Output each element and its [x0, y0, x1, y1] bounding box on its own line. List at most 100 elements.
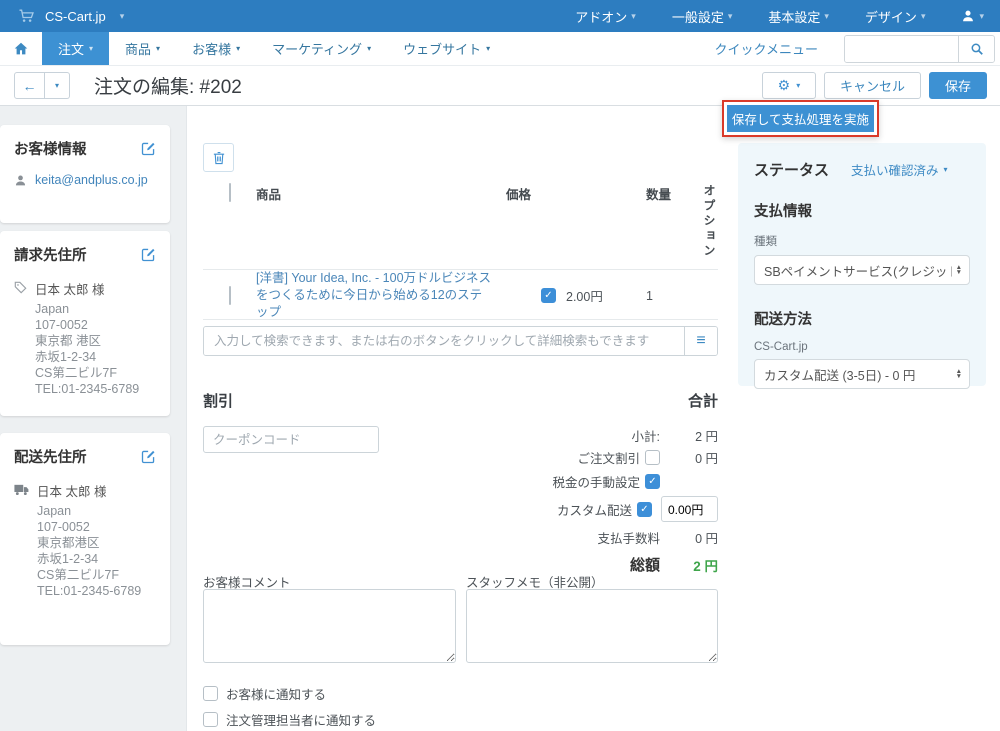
caret-down-icon: ▾: [236, 44, 241, 53]
billing-address-card: 請求先住所 日本 太郎 様 Japan 107-0052 東京都 港区 赤坂1-…: [0, 231, 170, 416]
nav-website[interactable]: ウェブサイト ▾: [387, 32, 506, 65]
home-button[interactable]: [0, 32, 42, 65]
check-icon: ✓: [544, 290, 553, 301]
notify-manager-checkbox[interactable]: [203, 712, 218, 727]
status-title: ステータス: [754, 162, 830, 179]
customer-info-card: お客様情報 keita@andplus.co.jp: [0, 125, 170, 223]
cart-icon: [18, 8, 35, 24]
titlebar-actions: ⚙ ▾ キャンセル 保存: [761, 72, 987, 99]
nav-orders[interactable]: 注文 ▾: [42, 32, 110, 65]
caret-down-icon: ▾: [943, 165, 948, 174]
tag-icon: [14, 281, 27, 397]
menu-general-settings[interactable]: 一般設定 ▾: [672, 7, 733, 26]
custom-shipping-input[interactable]: [661, 496, 718, 522]
manual-tax-checkbox[interactable]: ✓: [645, 474, 660, 489]
manual-tax-label: 税金の手動設定: [552, 476, 640, 490]
subtotal-value: 2 円: [695, 429, 718, 444]
cancel-button[interactable]: キャンセル: [823, 72, 921, 99]
shipping-line: CS第二ビル7F: [37, 568, 119, 582]
column-price: 価格: [506, 188, 532, 202]
truck-icon: [14, 483, 29, 599]
menu-label: 基本設定: [768, 9, 821, 25]
menu-label: デザイン: [864, 9, 917, 25]
payment-fee-label: 支払手数料: [597, 532, 660, 546]
select-all-checkbox[interactable]: [229, 183, 231, 202]
custom-shipping-checkbox[interactable]: ✓: [637, 501, 652, 517]
nav-label: マーケティング: [272, 42, 363, 57]
edit-customer-button[interactable]: [141, 141, 156, 156]
payment-type-label: 種類: [754, 236, 777, 248]
order-status-dropdown[interactable]: 支払い確認済み ▾: [851, 160, 948, 179]
quick-menu-link[interactable]: クイックメニュー: [715, 39, 818, 58]
product-link[interactable]: [洋書] Your Idea, Inc. - 100万ドルビジネスをつくるために…: [256, 270, 506, 321]
advanced-search-button[interactable]: ≡: [684, 327, 717, 355]
back-button-group: ← ▾: [14, 72, 70, 99]
grand-total-label: 総額: [629, 557, 660, 574]
customer-email-link[interactable]: keita@andplus.co.jp: [35, 173, 148, 187]
back-dropdown-button[interactable]: ▾: [45, 72, 70, 99]
search-icon: [970, 42, 984, 56]
payment-method-select[interactable]: SBペイメントサービス(クレジットカード ▲▼: [754, 255, 970, 285]
caret-down-icon: ▾: [920, 10, 926, 21]
shipping-line: 東京都港区: [37, 536, 100, 550]
discount-title: 割引: [203, 393, 234, 410]
nav-right: クイックメニュー: [715, 32, 1000, 65]
payment-fee-value: 0 円: [695, 532, 718, 546]
store-switcher[interactable]: CS-Cart.jp ▾: [18, 8, 124, 24]
select-arrows-icon: ▲ ▼: [955, 368, 962, 380]
nav-products[interactable]: 商品 ▾: [109, 32, 176, 65]
caret-down-icon: ▾: [796, 81, 801, 90]
select-arrows-icon: ▲ ▼: [955, 264, 962, 276]
edit-billing-button[interactable]: [141, 247, 156, 262]
price-override-checkbox[interactable]: ✓: [541, 288, 556, 303]
caret-down-icon: ▾: [54, 81, 59, 90]
status-value: 支払い確認済み: [851, 164, 939, 178]
customer-comment-textarea[interactable]: [203, 589, 456, 663]
menu-design[interactable]: デザイン ▾: [865, 7, 926, 26]
subtotal-label: 小計:: [631, 429, 660, 444]
nav-label: 商品: [125, 42, 152, 57]
nav-left: 注文 ▾ 商品 ▾ お客様 ▾ マーケティング ▾ ウェブサイト ▾: [0, 32, 506, 65]
billing-line: CS第二ビル7F: [35, 366, 117, 380]
totals-header: 割引 合計: [203, 390, 718, 411]
menu-addons[interactable]: アドオン ▾: [575, 7, 636, 26]
menu-label: 一般設定: [671, 9, 724, 25]
billing-address-title: 請求先住所: [14, 248, 87, 264]
order-discount-value: 0 円: [695, 452, 718, 466]
menu-basic-settings[interactable]: 基本設定 ▾: [768, 7, 829, 26]
caret-down-icon: ▾: [824, 10, 829, 21]
notify-customer-checkbox[interactable]: [203, 686, 218, 701]
person-icon: [14, 174, 27, 187]
settings-dropdown-button[interactable]: ⚙ ▾: [761, 72, 816, 99]
staff-memo-textarea[interactable]: [466, 589, 718, 663]
save-and-process-payment-item[interactable]: 保存して支払処理を実施: [727, 105, 874, 132]
customer-info-title: お客様情報: [14, 142, 87, 158]
page-title: 注文の編集: #202: [94, 77, 242, 98]
product-search-input[interactable]: [204, 327, 684, 355]
price-cell: ✓ 2.00円: [506, 286, 646, 305]
shipping-method-select[interactable]: カスタム配送 (3-5日) - 0 円 ▲ ▼: [754, 359, 970, 389]
nav-label: 注文: [58, 42, 85, 57]
nav-customers[interactable]: お客様 ▾: [176, 32, 256, 65]
admin-search-input[interactable]: [845, 35, 958, 62]
hamburger-icon: ≡: [696, 332, 706, 349]
user-menu[interactable]: ▾: [961, 9, 984, 23]
save-button[interactable]: 保存: [928, 72, 987, 99]
edit-shipping-button[interactable]: [141, 449, 156, 464]
caret-down-icon: ▾: [631, 10, 636, 21]
row-checkbox[interactable]: [229, 285, 231, 305]
coupon-code-input[interactable]: [203, 426, 379, 453]
search-button[interactable]: [958, 35, 994, 62]
nav-marketing[interactable]: マーケティング ▾: [256, 32, 387, 65]
admin-topbar: CS-Cart.jp ▾ アドオン ▾ 一般設定 ▾ 基本設定 ▾ デザイン ▾…: [0, 0, 1000, 32]
caret-down-icon: ▾: [89, 44, 94, 53]
products-table: 商品 価格 数量 オプション [洋書] Your Idea, Inc. - 10…: [203, 182, 718, 320]
delete-selected-button[interactable]: [203, 143, 234, 172]
back-button[interactable]: ←: [14, 72, 45, 99]
brand-label: CS-Cart.jp: [45, 8, 106, 24]
column-product: 商品: [256, 188, 282, 202]
order-discount-checkbox[interactable]: [645, 450, 660, 465]
menu-label: アドオン: [575, 9, 628, 25]
status-panel: ステータス 支払い確認済み ▾ 支払情報 種類 SBペイメントサービス(クレジッ…: [738, 143, 986, 389]
caret-down-icon: ▾: [979, 10, 984, 21]
